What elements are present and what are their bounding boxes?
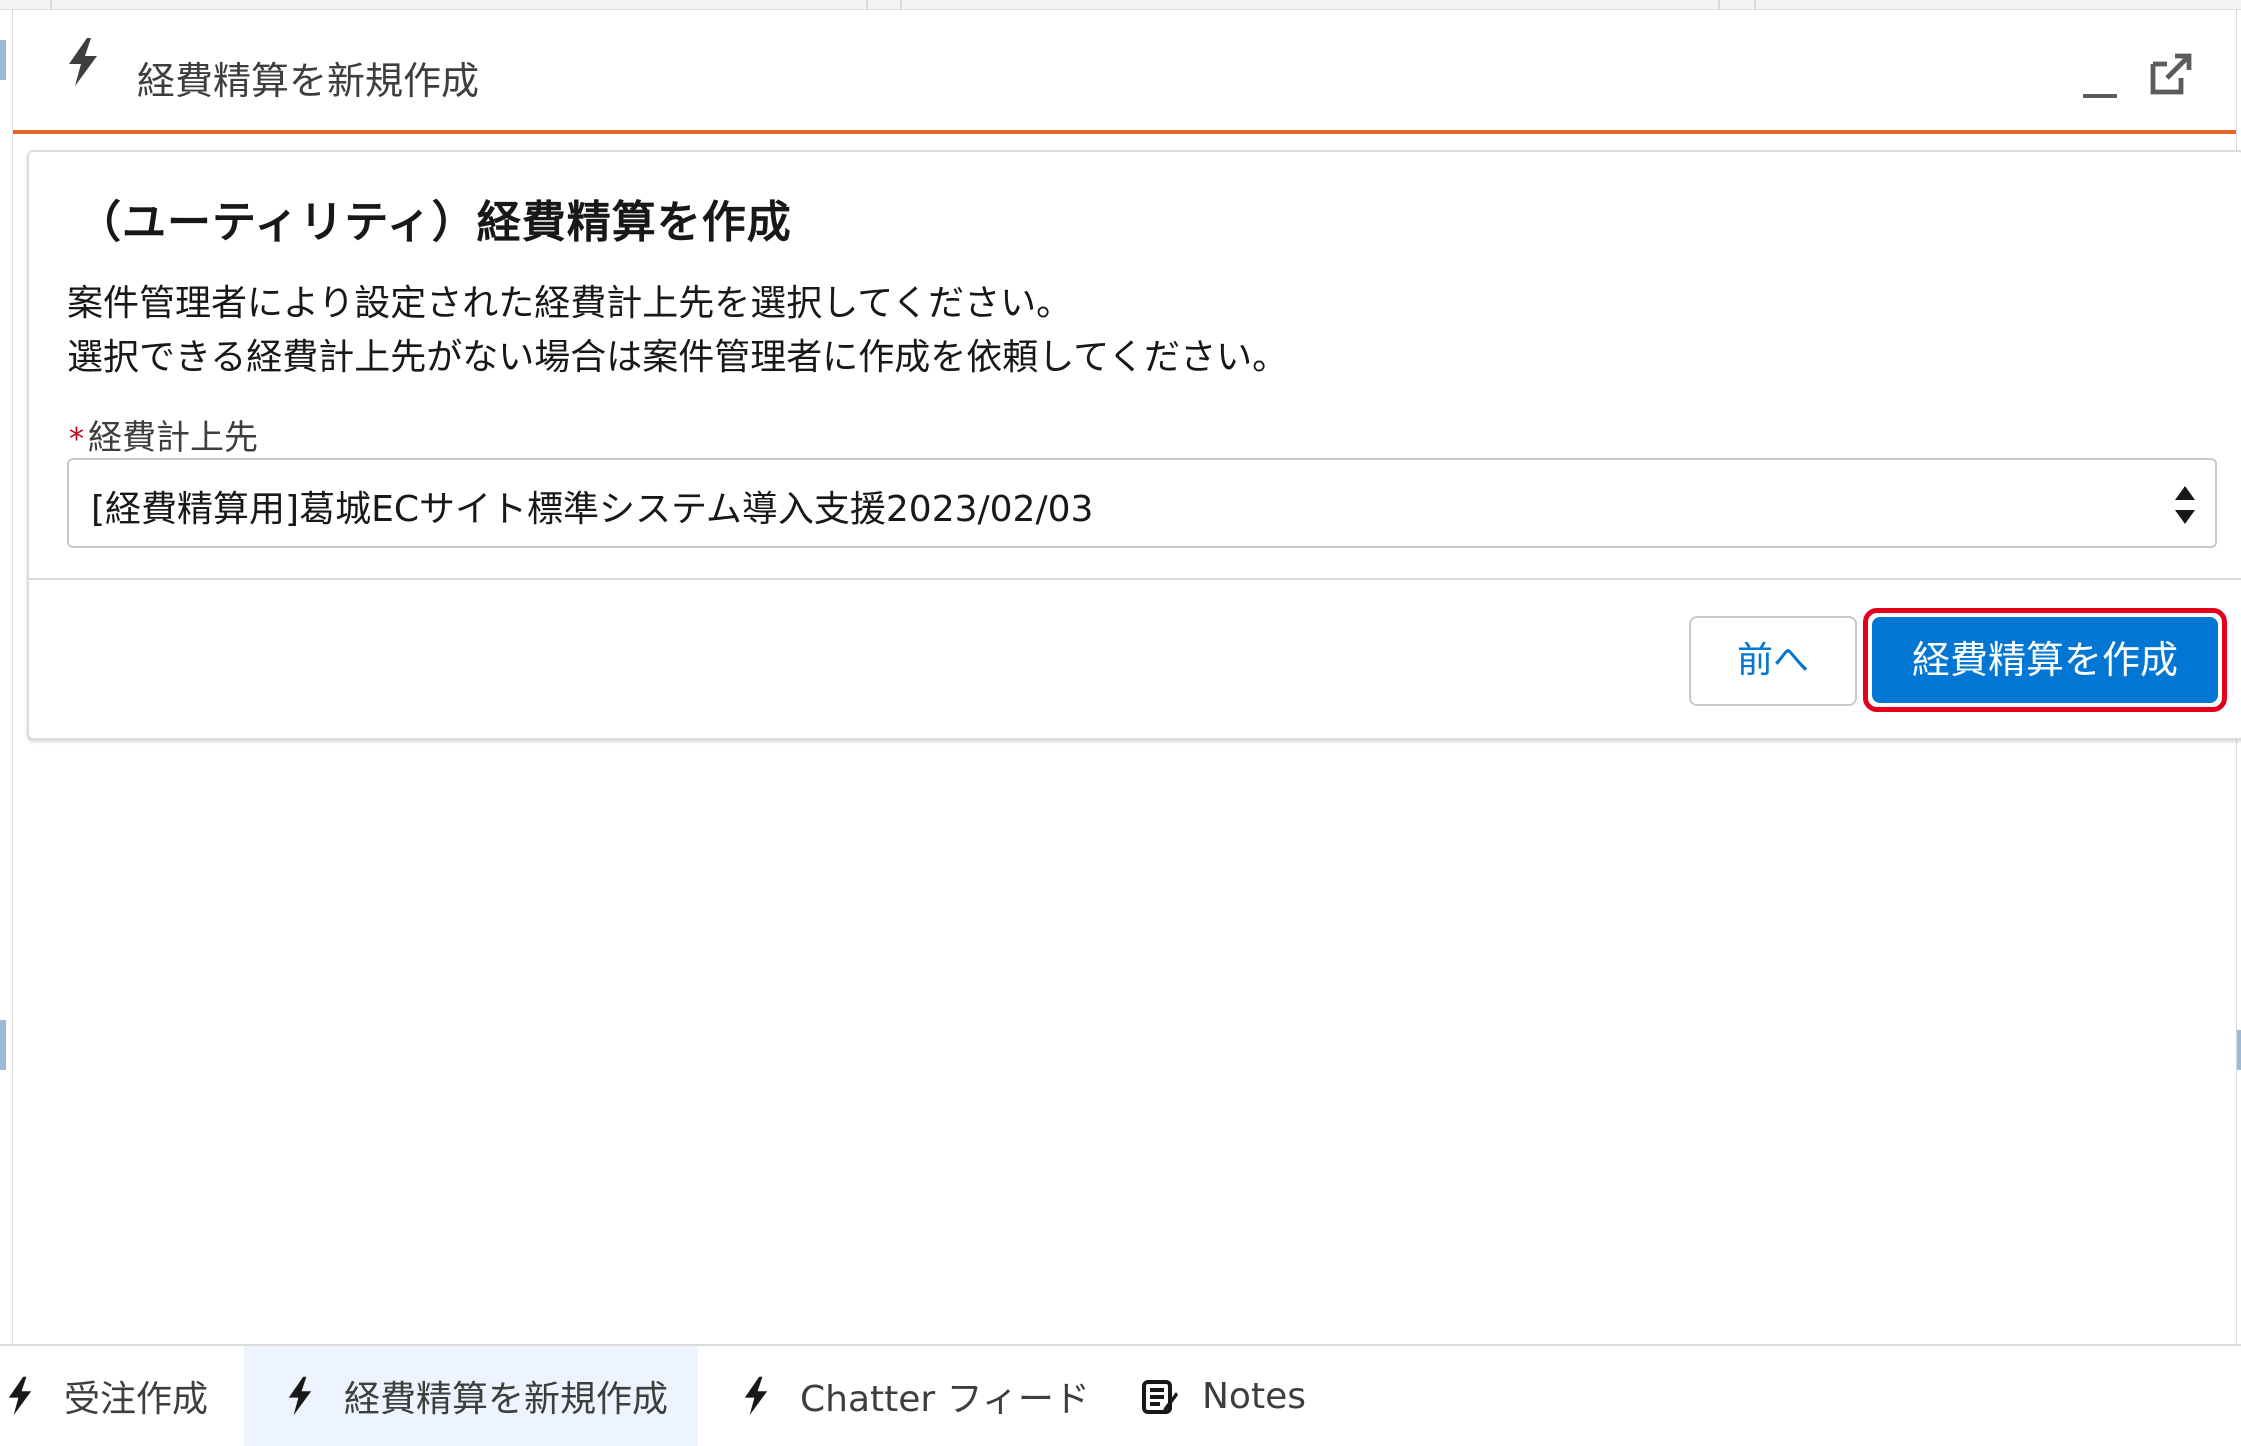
expense-destination-label: * 経費計上先	[69, 410, 258, 459]
flow-heading: （ユーティリティ）経費精算を作成	[77, 197, 792, 248]
select-value: [経費精算用]葛城ECサイト標準システム導入支援2023/02/03	[91, 489, 1094, 530]
utility-item-label: 受注作成	[64, 1379, 209, 1420]
flow-description-line: 選択できる経費計上先がない場合は案件管理者に作成を依頼してください。	[67, 337, 1289, 378]
flow-card: （ユーティリティ）経費精算を作成 案件管理者により設定された経費計上先を選択して…	[27, 150, 2241, 740]
select-arrows-icon	[2173, 478, 2197, 530]
background-page-strip	[0, 0, 2241, 10]
required-marker: *	[69, 422, 84, 457]
highlight-frame: 経費精算を作成	[1863, 608, 2227, 712]
expense-destination-select[interactable]: [経費精算用]葛城ECサイト標準システム導入支援2023/02/03	[67, 458, 2217, 548]
flow-description-line: 案件管理者により設定された経費計上先を選択してください。	[67, 283, 1073, 324]
utility-bar: 受注作成 経費精算を新規作成 Chatter フィード Notes	[0, 1344, 2241, 1446]
utility-panel: 経費精算を新規作成 （ユーティリティ）経費精算を作成 案件管理者により設定された…	[12, 10, 2241, 1344]
bolt-icon	[284, 1376, 316, 1416]
utility-item-label: Chatter フィード	[800, 1379, 1090, 1420]
background-edge	[0, 40, 6, 80]
notes-icon	[1142, 1376, 1178, 1416]
field-label-text: 経費計上先	[88, 418, 258, 458]
bolt-icon	[4, 1376, 36, 1416]
bolt-icon	[740, 1376, 772, 1416]
utility-panel-title: 経費精算を新規作成	[137, 59, 480, 103]
utility-item-label: 経費精算を新規作成	[344, 1379, 669, 1420]
background-edge	[0, 1020, 6, 1070]
minimize-button[interactable]	[2073, 62, 2125, 102]
utility-item-notes[interactable]: Notes	[1142, 1346, 1342, 1446]
card-footer-divider	[29, 578, 2241, 580]
utility-item-label: Notes	[1202, 1375, 1306, 1417]
utility-item-expense-new[interactable]: 経費精算を新規作成	[244, 1346, 698, 1446]
previous-button[interactable]: 前へ	[1689, 616, 1857, 706]
bolt-icon	[63, 38, 103, 86]
popout-icon[interactable]	[2145, 48, 2197, 100]
background-edge	[2237, 1030, 2241, 1070]
utility-item-order-create[interactable]: 受注作成	[0, 1346, 240, 1446]
utility-panel-header: 経費精算を新規作成	[13, 10, 2236, 134]
utility-item-chatter-feed[interactable]: Chatter フィード	[740, 1346, 1100, 1446]
create-expense-button[interactable]: 経費精算を作成	[1872, 617, 2218, 703]
